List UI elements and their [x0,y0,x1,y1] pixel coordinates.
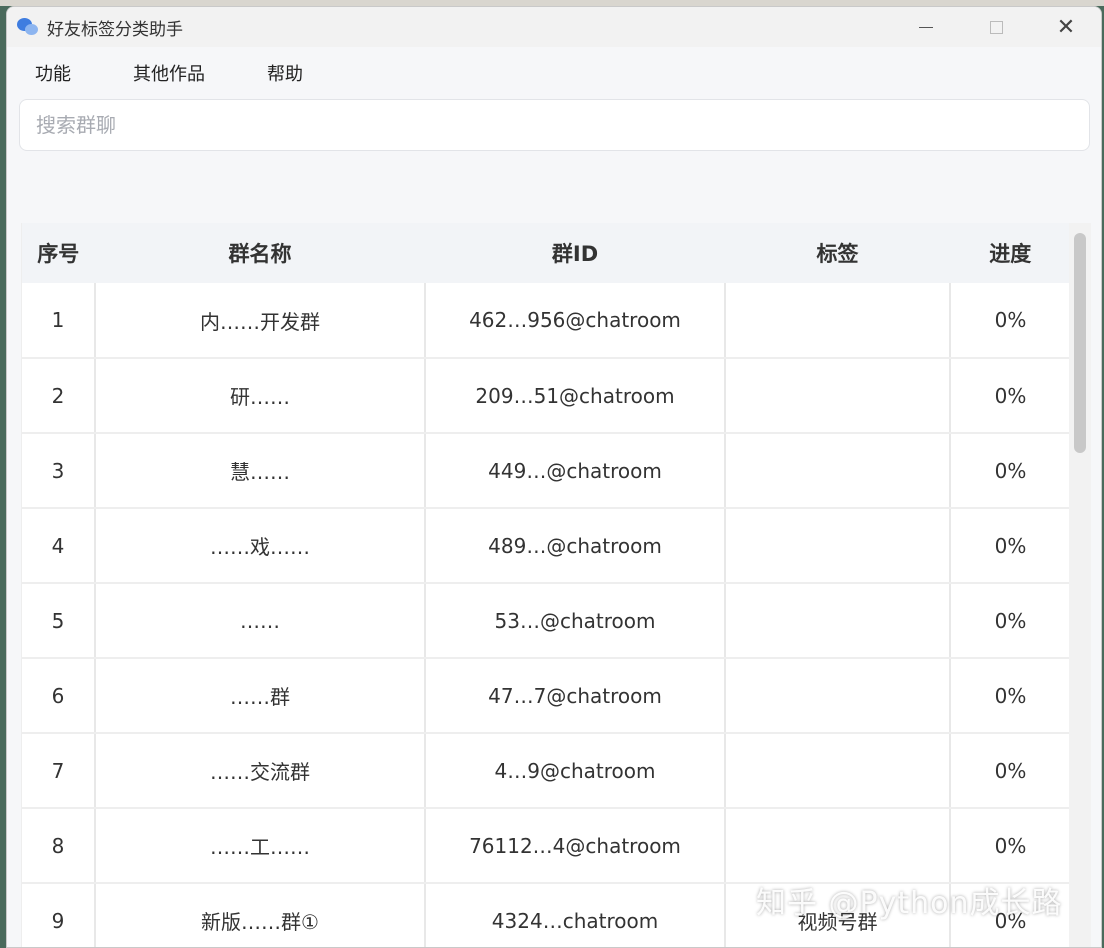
row-progress: 0% [950,283,1070,359]
row-tag [725,433,951,509]
row-tag [725,658,951,734]
row-index: 4 [22,508,96,584]
row-group-name: 新版……群① [95,883,426,947]
header-progress[interactable]: 进度 [950,223,1070,283]
maximize-button[interactable] [961,7,1031,47]
row-group-name: 研…… [95,358,426,434]
row-index: 1 [22,283,96,359]
table-scrollbar[interactable] [1069,223,1091,947]
row-index: 5 [22,583,96,659]
close-button[interactable]: ✕ [1031,7,1101,47]
row-tag [725,733,951,809]
menu-item-other-works[interactable]: 其他作品 [115,60,223,86]
row-group-name: ……交流群 [95,733,426,809]
row-progress: 0% [950,433,1070,509]
row-group-name: ……工…… [95,808,426,884]
row-progress: 0% [950,508,1070,584]
table-header-row: 序号 群名称 群ID 标签 进度 [22,223,1070,283]
row-group-id: 53…@chatroom [425,583,726,659]
row-progress: 0% [950,658,1070,734]
table-row[interactable]: 6 ……群 47…7@chatroom 0% [22,658,1070,734]
main-content: 序号 群名称 群ID 标签 进度 1 内……开发群 462…956@chatro… [7,99,1101,947]
header-tag[interactable]: 标签 [725,223,951,283]
row-tag [725,283,951,359]
row-group-id: 4324…chatroom [425,883,726,947]
row-group-name: …… [95,583,426,659]
row-group-name: 内……开发群 [95,283,426,359]
row-tag [725,583,951,659]
row-group-id: 209…51@chatroom [425,358,726,434]
row-group-id: 462…956@chatroom [425,283,726,359]
title-bar: 好友标签分类助手 ✕ [7,7,1101,47]
row-index: 8 [22,808,96,884]
header-group-id[interactable]: 群ID [425,223,726,283]
row-group-id: 76112…4@chatroom [425,808,726,884]
row-index: 6 [22,658,96,734]
header-group-name[interactable]: 群名称 [95,223,426,283]
menu-item-functions[interactable]: 功能 [17,60,89,86]
row-index: 3 [22,433,96,509]
table-row[interactable]: 8 ……工…… 76112…4@chatroom 0% [22,808,1070,884]
row-tag [725,508,951,584]
table-row[interactable]: 7 ……交流群 4…9@chatroom 0% [22,733,1070,809]
minimize-icon [919,26,933,28]
table-row[interactable]: 5 …… 53…@chatroom 0% [22,583,1070,659]
menu-bar: 功能 其他作品 帮助 [7,47,1101,99]
row-group-id: 489…@chatroom [425,508,726,584]
maximize-icon [989,20,1003,34]
close-icon: ✕ [1056,14,1076,40]
app-window: 好友标签分类助手 ✕ 功能 其他作品 帮助 序号 群名称 群ID [6,6,1102,948]
window-title: 好友标签分类助手 [47,19,183,40]
row-index: 7 [22,733,96,809]
table-row[interactable]: 3 慧…… 449…@chatroom 0% [22,433,1070,509]
minimize-button[interactable] [891,7,961,47]
row-progress: 0% [950,583,1070,659]
table-row[interactable]: 1 内……开发群 462…956@chatroom 0% [22,283,1070,359]
table-row[interactable]: 4 ……戏…… 489…@chatroom 0% [22,508,1070,584]
row-group-id: 449…@chatroom [425,433,726,509]
search-input[interactable] [36,113,1089,137]
row-progress: 0% [950,733,1070,809]
row-tag [725,808,951,884]
menu-item-help[interactable]: 帮助 [249,60,321,86]
chat-bubble-icon [17,16,39,38]
group-table: 序号 群名称 群ID 标签 进度 1 内……开发群 462…956@chatro… [21,223,1091,947]
row-group-name: ……戏…… [95,508,426,584]
table-row[interactable]: 2 研…… 209…51@chatroom 0% [22,358,1070,434]
row-tag [725,358,951,434]
row-index: 9 [22,883,96,947]
watermark: 知乎 @Python成长路 [756,886,1063,921]
row-group-name: ……群 [95,658,426,734]
row-index: 2 [22,358,96,434]
row-group-name: 慧…… [95,433,426,509]
row-progress: 0% [950,808,1070,884]
row-progress: 0% [950,358,1070,434]
row-group-id: 47…7@chatroom [425,658,726,734]
header-index[interactable]: 序号 [22,223,96,283]
scrollbar-thumb[interactable] [1074,233,1086,453]
search-box[interactable] [19,99,1090,151]
row-group-id: 4…9@chatroom [425,733,726,809]
